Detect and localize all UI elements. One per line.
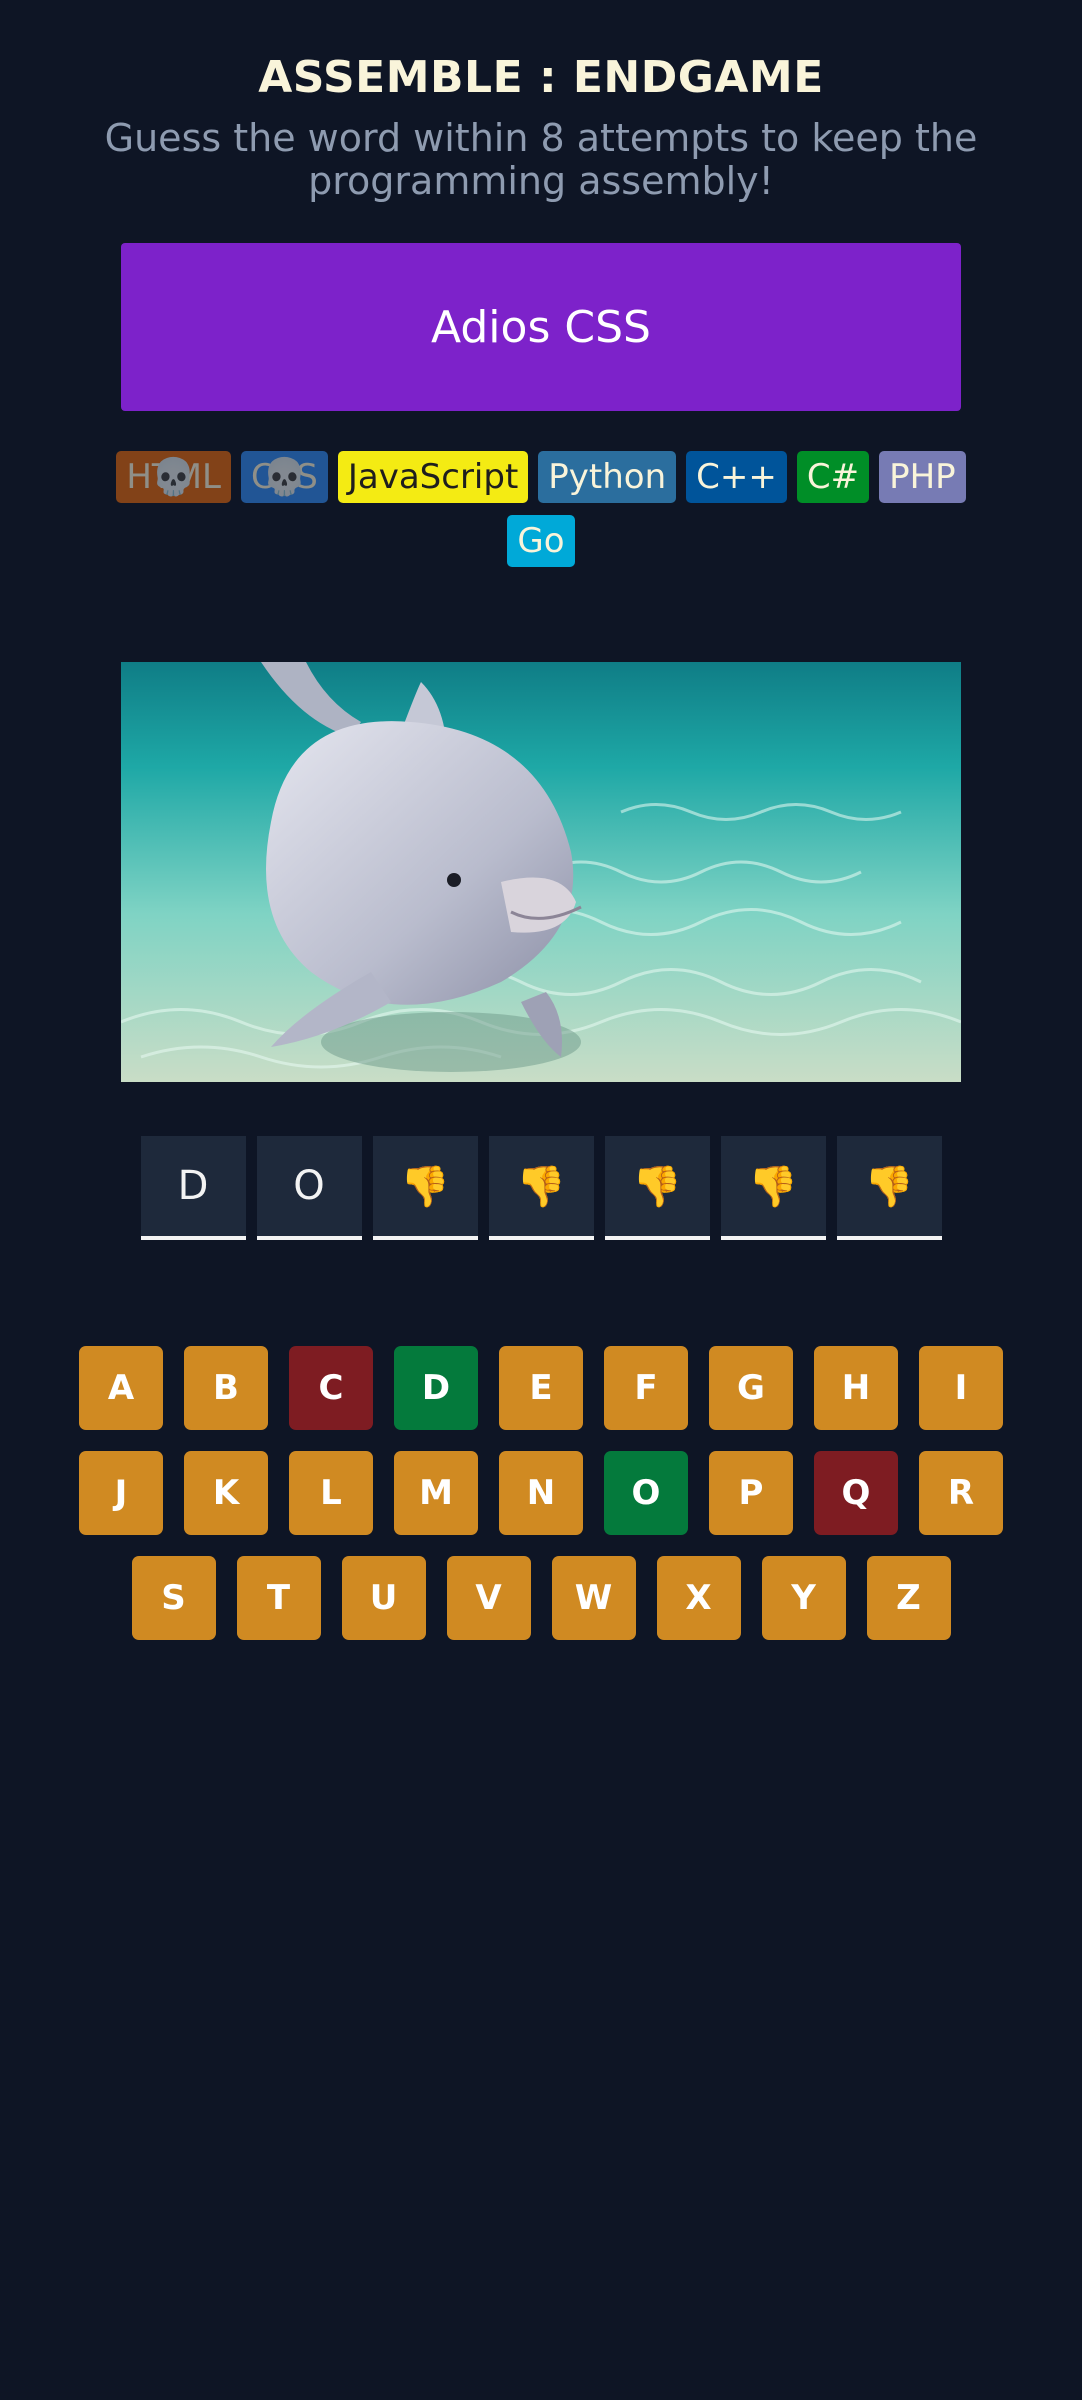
key-g[interactable]: G — [709, 1346, 793, 1430]
language-chip: Go — [507, 515, 575, 567]
language-chip: C# — [796, 451, 870, 503]
keyboard-row: ABCDEFGHI — [0, 1346, 1082, 1430]
language-chip: CSS 💀 — [240, 451, 328, 503]
language-chip: JavaScript — [337, 451, 529, 503]
keyboard-row: JKLMNOPQR — [0, 1451, 1082, 1535]
language-chip-label: PHP — [889, 457, 956, 497]
key-s[interactable]: S — [131, 1556, 216, 1640]
key-w[interactable]: W — [551, 1556, 636, 1640]
key-p[interactable]: P — [709, 1451, 793, 1535]
key-f[interactable]: F — [604, 1346, 688, 1430]
key-u[interactable]: U — [341, 1556, 426, 1640]
letter-box: 👎 — [604, 1136, 710, 1240]
header: ASSEMBLE : ENDGAME Guess the word within… — [0, 0, 1082, 203]
skull-icon: 💀 — [261, 457, 307, 498]
language-chip: C++ — [686, 451, 787, 503]
key-m[interactable]: M — [394, 1451, 478, 1535]
language-chips: HTML 💀 CSS 💀 JavaScript Python C++ C# PHP Go — [111, 451, 971, 567]
skull-icon: 💀 — [151, 457, 197, 498]
key-y[interactable]: Y — [761, 1556, 846, 1640]
key-c[interactable]: C — [289, 1346, 373, 1430]
key-z[interactable]: Z — [866, 1556, 951, 1640]
key-l[interactable]: L — [289, 1451, 373, 1535]
key-x[interactable]: X — [656, 1556, 741, 1640]
key-v[interactable]: V — [446, 1556, 531, 1640]
keyboard: ABCDEFGHI JKLMNOPQR STUVWXYZ — [0, 1346, 1082, 1640]
status-message: Adios CSS — [431, 301, 651, 353]
letter-box: 👎 — [372, 1136, 478, 1240]
language-chip-label: Python — [548, 457, 667, 497]
key-b[interactable]: B — [184, 1346, 268, 1430]
language-chip: Python — [538, 451, 677, 503]
key-n[interactable]: N — [499, 1451, 583, 1535]
key-h[interactable]: H — [814, 1346, 898, 1430]
key-t[interactable]: T — [236, 1556, 321, 1640]
word-display: D O 👎 👎 👎 👎 👎 — [0, 1136, 1082, 1240]
keyboard-row: STUVWXYZ — [0, 1556, 1082, 1640]
key-q[interactable]: Q — [814, 1451, 898, 1535]
status-banner: Adios CSS — [121, 243, 961, 411]
language-chip-label: Go — [517, 521, 565, 561]
key-a[interactable]: A — [79, 1346, 163, 1430]
letter-box: 👎 — [720, 1136, 826, 1240]
language-chip: PHP — [879, 451, 966, 503]
key-i[interactable]: I — [919, 1346, 1003, 1430]
letter-box: D — [140, 1136, 246, 1240]
language-chip-label: C# — [806, 457, 860, 497]
key-e[interactable]: E — [499, 1346, 583, 1430]
language-chip: HTML 💀 — [116, 451, 231, 503]
letter-box: 👎 — [488, 1136, 594, 1240]
language-chip-label: C++ — [696, 457, 777, 497]
key-j[interactable]: J — [79, 1451, 163, 1535]
dolphin-image — [121, 662, 961, 1082]
key-d[interactable]: D — [394, 1346, 478, 1430]
letter-box: O — [256, 1136, 362, 1240]
key-k[interactable]: K — [184, 1451, 268, 1535]
key-o[interactable]: O — [604, 1451, 688, 1535]
game-subtitle: Guess the word within 8 attempts to keep… — [104, 116, 978, 203]
game-title: ASSEMBLE : ENDGAME — [258, 52, 824, 103]
key-r[interactable]: R — [919, 1451, 1003, 1535]
language-chip-label: JavaScript — [347, 457, 519, 497]
letter-box: 👎 — [836, 1136, 942, 1240]
